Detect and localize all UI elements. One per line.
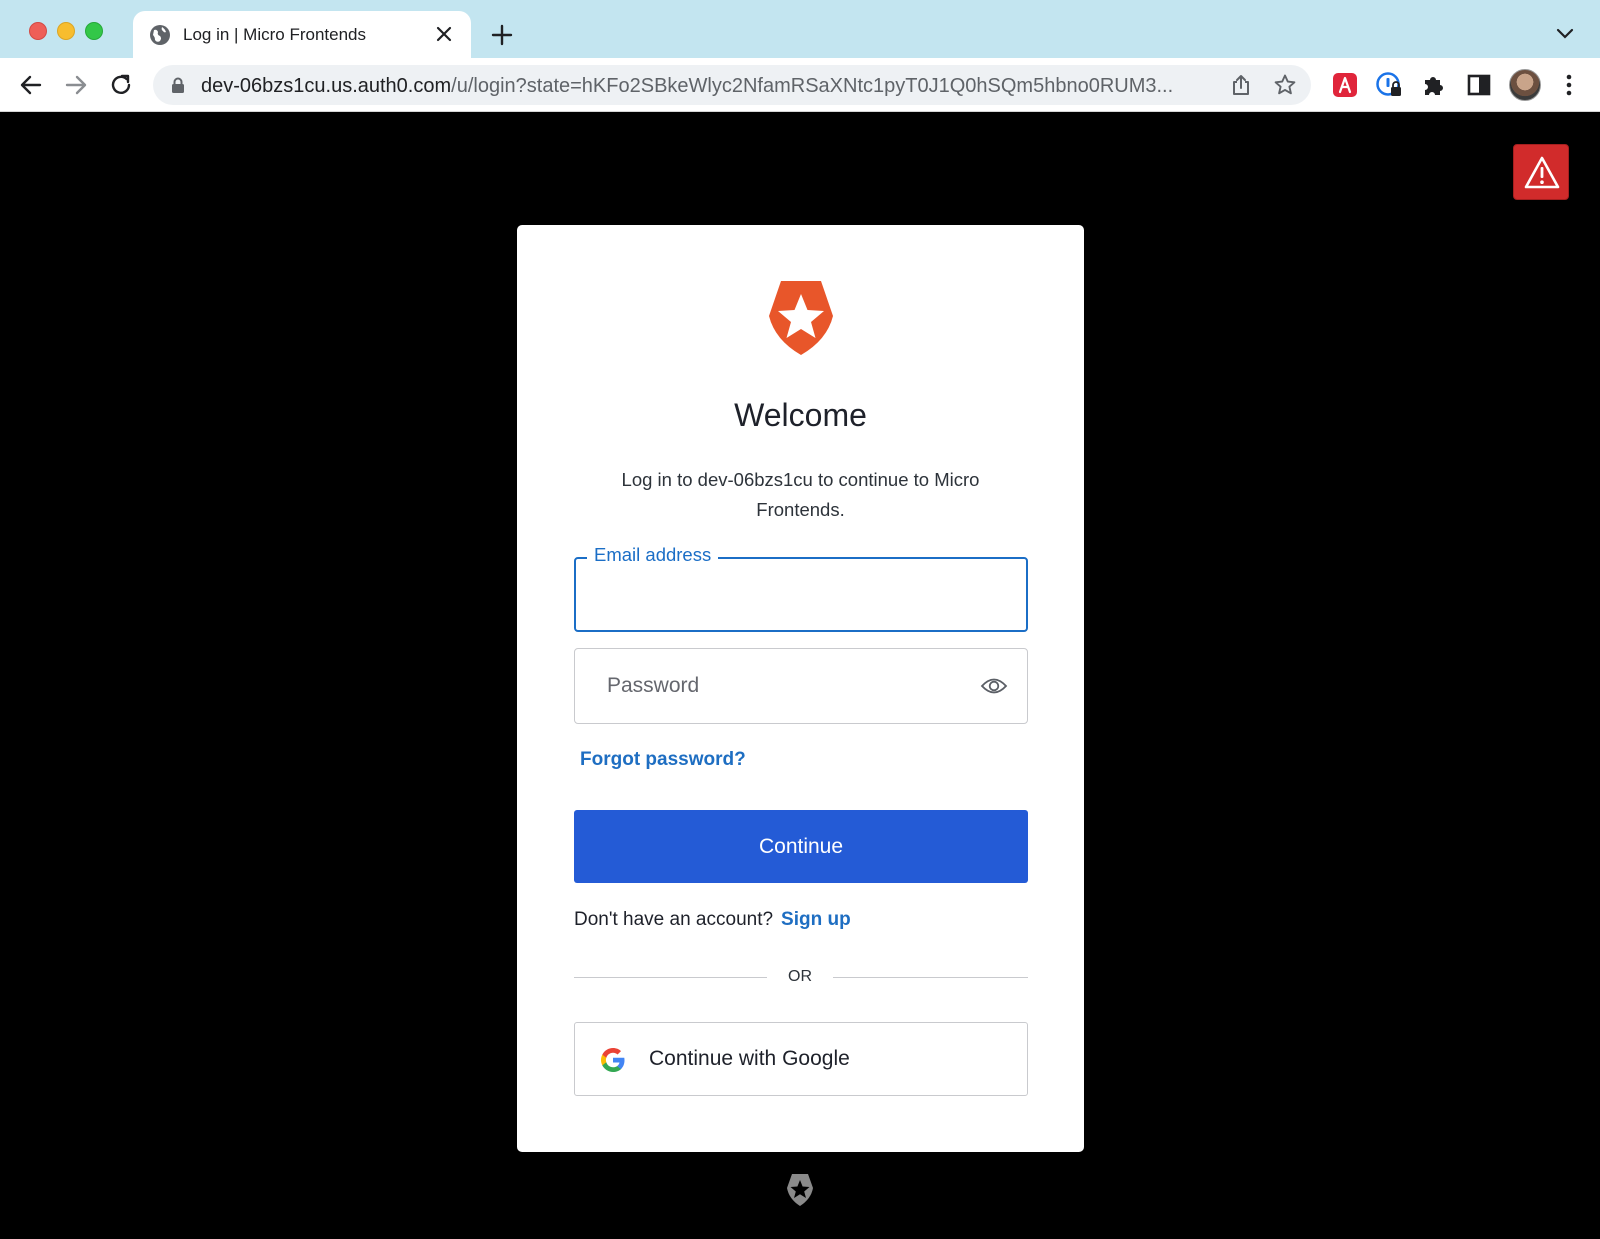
star-icon[interactable] <box>1273 73 1297 97</box>
google-button-label: Continue with Google <box>649 1047 850 1070</box>
warning-icon <box>1524 156 1560 189</box>
divider-left <box>574 977 767 978</box>
password-field[interactable]: Password <box>574 648 1028 724</box>
lock-icon[interactable] <box>171 77 185 93</box>
or-divider-text: OR <box>788 968 812 985</box>
kebab-menu-icon[interactable] <box>1555 71 1583 99</box>
url-text[interactable]: dev-06bzs1cu.us.auth0.com/u/login?state=… <box>201 75 1203 98</box>
signup-row: Don't have an account? Sign up <box>574 909 851 931</box>
tab-strip: Log in | Micro Frontends <box>0 0 1600 59</box>
continue-button[interactable]: Continue <box>574 810 1028 883</box>
share-icon[interactable] <box>1229 73 1253 97</box>
tab-title: Log in | Micro Frontends <box>183 25 366 44</box>
forgot-password-link[interactable]: Forgot password? <box>580 749 746 771</box>
divider-right <box>833 977 1028 978</box>
address-bar[interactable]: dev-06bzs1cu.us.auth0.com/u/login?state=… <box>153 65 1311 105</box>
avatar[interactable] <box>1509 69 1541 101</box>
auth0-shield-icon <box>787 1174 813 1206</box>
back-arrow-icon[interactable] <box>18 72 44 98</box>
warning-badge[interactable] <box>1513 144 1569 200</box>
close-window-button[interactable] <box>29 22 47 40</box>
sidebar-icon[interactable] <box>1465 71 1493 99</box>
login-card: Welcome Log in to dev-06bzs1cu to contin… <box>517 225 1084 1152</box>
browser-toolbar: dev-06bzs1cu.us.auth0.com/u/login?state=… <box>0 58 1600 112</box>
url-path: /u/login?state=hKFo2SBkeWlyc2NfamRSaXNtc… <box>451 75 1174 97</box>
forward-arrow-icon[interactable] <box>63 72 89 98</box>
password-manager-icon[interactable] <box>1375 71 1403 99</box>
maximize-window-button[interactable] <box>85 22 103 40</box>
page-title: Welcome <box>734 397 867 433</box>
auth0-shield-icon <box>769 281 833 355</box>
email-field[interactable] <box>574 557 1028 632</box>
eye-icon[interactable] <box>980 675 1008 697</box>
password-placeholder: Password <box>607 674 700 697</box>
email-field-label: Email address <box>587 544 719 566</box>
no-account-text: Don't have an account? <box>574 909 774 930</box>
signup-link[interactable]: Sign up <box>781 909 851 930</box>
tab-active[interactable]: Log in | Micro Frontends <box>133 11 471 59</box>
browser-window: Log in | Micro Frontends dev-06bzs1cu.us… <box>0 0 1600 1239</box>
url-host: dev-06bzs1cu.us.auth0.com <box>201 75 452 97</box>
reload-icon[interactable] <box>108 72 134 98</box>
globe-icon <box>150 25 170 45</box>
minimize-window-button[interactable] <box>57 22 75 40</box>
google-icon <box>601 1048 625 1072</box>
extension-icon[interactable] <box>1331 71 1359 99</box>
chevron-down-icon[interactable] <box>1556 26 1574 40</box>
puzzle-icon[interactable] <box>1420 71 1448 99</box>
continue-with-google-button[interactable]: Continue with Google <box>574 1022 1028 1096</box>
close-icon[interactable] <box>433 23 455 45</box>
login-subtitle: Log in to dev-06bzs1cu to continue to Mi… <box>621 469 980 520</box>
plus-icon[interactable] <box>490 23 514 47</box>
